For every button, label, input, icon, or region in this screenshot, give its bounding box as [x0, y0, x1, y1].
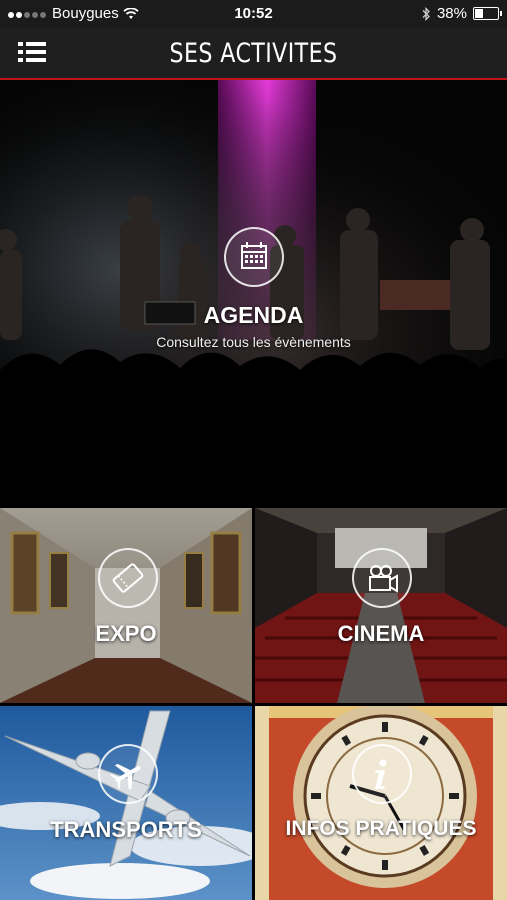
battery-icon — [473, 7, 502, 20]
agenda-tile[interactable]: AGENDA Consultez tous les évènements — [0, 80, 507, 506]
menu-button[interactable] — [18, 42, 46, 64]
transports-label: TRANSPORTS — [50, 817, 202, 842]
cinema-tile[interactable]: CINEMA — [255, 508, 507, 703]
movie-camera-icon — [352, 548, 412, 608]
info-icon — [352, 744, 412, 804]
infos-pratiques-tile[interactable]: INFOS PRATIQUES — [255, 706, 507, 900]
cinema-label: CINEMA — [337, 621, 425, 646]
ticket-icon — [98, 548, 158, 608]
battery-level-fill — [475, 9, 483, 18]
battery-percent: 38% — [436, 5, 467, 22]
expo-tile[interactable]: EXPO — [0, 508, 252, 703]
status-bar: Bouygues 10:52 38% — [0, 0, 507, 28]
calendar-icon — [224, 227, 284, 287]
status-right-group: 38% — [422, 5, 502, 22]
concert-photo — [0, 80, 507, 506]
agenda-title: AGENDA — [203, 302, 304, 328]
airplane-icon — [98, 744, 158, 804]
agenda-subtitle: Consultez tous les évènements — [156, 334, 351, 350]
navigation-bar: SES ACTIVITES — [0, 28, 507, 80]
infos-pratiques-label: INFOS PRATIQUES — [285, 817, 477, 840]
expo-label: EXPO — [95, 621, 157, 646]
page-title: SES ACTIVITES — [169, 38, 338, 69]
bluetooth-icon — [422, 6, 430, 21]
transports-tile[interactable]: TRANSPORTS — [0, 706, 252, 900]
